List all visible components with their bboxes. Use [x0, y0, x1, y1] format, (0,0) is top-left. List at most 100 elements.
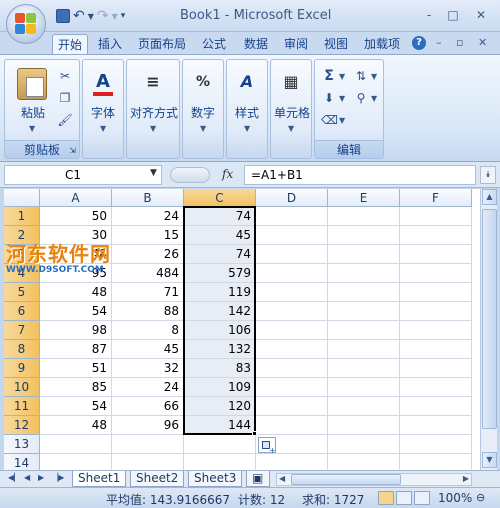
cell-d11[interactable] [256, 397, 328, 416]
cell-f10[interactable] [400, 378, 472, 397]
cell-a7[interactable]: 98 [40, 321, 112, 340]
formula-bar-splitter[interactable] [170, 167, 210, 183]
sheet-tab-3[interactable]: Sheet3 [188, 471, 243, 487]
number-button[interactable]: 数字 [183, 104, 223, 121]
customize-toolbar-icon[interactable]: ▾ [121, 11, 126, 21]
paste-icon[interactable] [17, 68, 47, 100]
cell-e13[interactable] [328, 435, 400, 454]
cell-e6[interactable] [328, 302, 400, 321]
cell-c7[interactable]: 106 [184, 321, 256, 340]
alignment-button[interactable]: 对齐方式 [127, 104, 181, 121]
row-header[interactable]: 3 [4, 245, 40, 264]
cell-b5[interactable]: 71 [112, 283, 184, 302]
paste-dropdown-icon[interactable]: ▼ [29, 124, 35, 133]
maximize-button[interactable]: □ [442, 6, 464, 24]
cell-c3[interactable]: 74 [184, 245, 256, 264]
vertical-scroll-thumb[interactable] [482, 209, 497, 429]
row-header[interactable]: 11 [4, 397, 40, 416]
page-layout-view-icon[interactable] [396, 491, 412, 505]
cell-d6[interactable] [256, 302, 328, 321]
alignment-dropdown-icon[interactable]: ▼ [150, 124, 156, 133]
name-box-dropdown-icon[interactable]: ▼ [150, 168, 157, 178]
cell-c1[interactable]: 74 [184, 207, 256, 226]
prev-sheet-icon[interactable]: ◀ [24, 473, 30, 482]
styles-icon[interactable]: A [233, 68, 261, 96]
sheet-tab-1[interactable]: Sheet1 [72, 471, 127, 487]
cell-b2[interactable]: 15 [112, 226, 184, 245]
font-dropdown-icon[interactable]: ▼ [100, 124, 106, 133]
cell-c11[interactable]: 120 [184, 397, 256, 416]
find-select-icon[interactable]: ⚲ [353, 90, 369, 106]
row-header[interactable]: 1 [4, 207, 40, 226]
row-header[interactable]: 5 [4, 283, 40, 302]
cell-a2[interactable]: 30 [40, 226, 112, 245]
undo-dropdown-icon[interactable]: ▼ [88, 12, 94, 21]
cell-d10[interactable] [256, 378, 328, 397]
formula-input[interactable]: =A1+B1 [244, 165, 476, 185]
cell-a1[interactable]: 50 [40, 207, 112, 226]
cell-f14[interactable] [400, 454, 472, 470]
cell-b9[interactable]: 32 [112, 359, 184, 378]
ribbon-restore-icon[interactable]: ▫ [456, 36, 463, 49]
cell-e14[interactable] [328, 454, 400, 470]
horizontal-scrollbar[interactable]: ◀ ▶ [276, 473, 472, 486]
cell-d12[interactable] [256, 416, 328, 435]
column-header-a[interactable]: A [40, 189, 112, 207]
fill-icon[interactable]: ⬇ [321, 90, 337, 106]
undo-icon[interactable]: ↶ [73, 8, 85, 24]
cell-f6[interactable] [400, 302, 472, 321]
cell-d3[interactable] [256, 245, 328, 264]
column-header-f[interactable]: F [400, 189, 472, 207]
row-header[interactable]: 7 [4, 321, 40, 340]
cell-f8[interactable] [400, 340, 472, 359]
sort-dropdown-icon[interactable]: ▼ [371, 72, 377, 81]
font-icon[interactable]: A [89, 68, 117, 96]
row-header[interactable]: 6 [4, 302, 40, 321]
tab-insert[interactable]: 插入 [92, 34, 128, 54]
cell-c10[interactable]: 109 [184, 378, 256, 397]
number-dropdown-icon[interactable]: ▼ [200, 124, 206, 133]
cell-f5[interactable] [400, 283, 472, 302]
cell-a14[interactable] [40, 454, 112, 470]
cell-e9[interactable] [328, 359, 400, 378]
cell-f11[interactable] [400, 397, 472, 416]
next-sheet-icon[interactable]: ▶ [38, 473, 44, 482]
close-button[interactable]: ✕ [470, 6, 492, 24]
cell-b1[interactable]: 24 [112, 207, 184, 226]
format-painter-icon[interactable]: 🖌 [57, 112, 73, 128]
cell-b13[interactable] [112, 435, 184, 454]
insert-function-icon[interactable]: fx [222, 167, 233, 181]
cell-a3[interactable]: 48 [40, 245, 112, 264]
horizontal-scroll-thumb[interactable] [291, 474, 401, 485]
tab-review[interactable]: 审阅 [278, 34, 314, 54]
cell-a4[interactable]: 95 [40, 264, 112, 283]
cell-f3[interactable] [400, 245, 472, 264]
select-all-corner[interactable] [4, 189, 40, 207]
cell-b10[interactable]: 24 [112, 378, 184, 397]
cell-a12[interactable]: 48 [40, 416, 112, 435]
cell-b3[interactable]: 26 [112, 245, 184, 264]
redo-icon[interactable]: ↷ [97, 8, 109, 24]
cell-a8[interactable]: 87 [40, 340, 112, 359]
cell-e4[interactable] [328, 264, 400, 283]
cell-d1[interactable] [256, 207, 328, 226]
autosum-icon[interactable]: Σ [321, 68, 337, 84]
cell-b8[interactable]: 45 [112, 340, 184, 359]
scroll-down-icon[interactable]: ▼ [482, 452, 497, 468]
column-header-e[interactable]: E [328, 189, 400, 207]
paste-button[interactable]: 粘贴 [13, 104, 53, 121]
cell-c6[interactable]: 142 [184, 302, 256, 321]
cells-button[interactable]: 单元格 [271, 104, 313, 121]
cell-d4[interactable] [256, 264, 328, 283]
last-sheet-icon[interactable]: ▕▶ [52, 473, 64, 482]
tab-add-ins[interactable]: 加载项 [358, 34, 406, 54]
cell-f9[interactable] [400, 359, 472, 378]
normal-view-icon[interactable] [378, 491, 394, 505]
row-header[interactable]: 10 [4, 378, 40, 397]
cell-a9[interactable]: 51 [40, 359, 112, 378]
dialog-launcher-icon[interactable]: ⇲ [69, 142, 76, 160]
tab-page-layout[interactable]: 页面布局 [134, 34, 190, 54]
sheet-tab-2[interactable]: Sheet2 [130, 471, 185, 487]
scroll-left-icon[interactable]: ◀ [279, 474, 285, 483]
column-header-c[interactable]: C [184, 189, 256, 207]
